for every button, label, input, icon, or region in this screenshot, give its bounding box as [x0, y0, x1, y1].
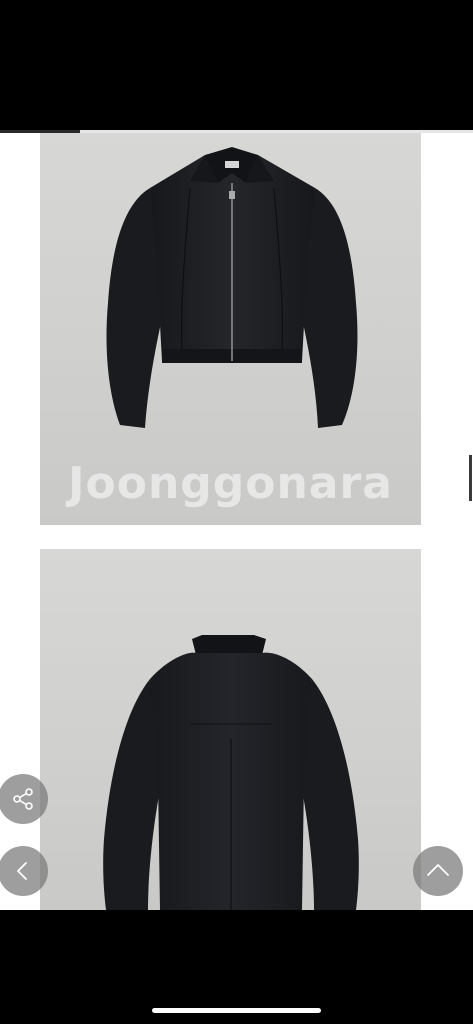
bottom-black-bar [0, 910, 473, 1024]
scroll-to-top-button[interactable] [413, 846, 463, 896]
product-photo-back[interactable] [40, 549, 421, 910]
chevron-left-icon [17, 862, 27, 880]
watermark-text: Joonggonara [68, 458, 393, 509]
top-black-bar [0, 0, 473, 130]
back-button[interactable] [0, 846, 48, 896]
jacket-back-illustration [103, 635, 359, 910]
share-icon [13, 788, 33, 810]
product-photo-front[interactable]: Joonggonara [40, 133, 421, 525]
share-button[interactable] [0, 774, 48, 824]
home-indicator[interactable] [152, 1008, 321, 1013]
page-edge-indicator [469, 455, 472, 501]
product-image-viewer[interactable]: Joonggonara [0, 133, 473, 910]
chevron-up-icon [427, 864, 449, 876]
